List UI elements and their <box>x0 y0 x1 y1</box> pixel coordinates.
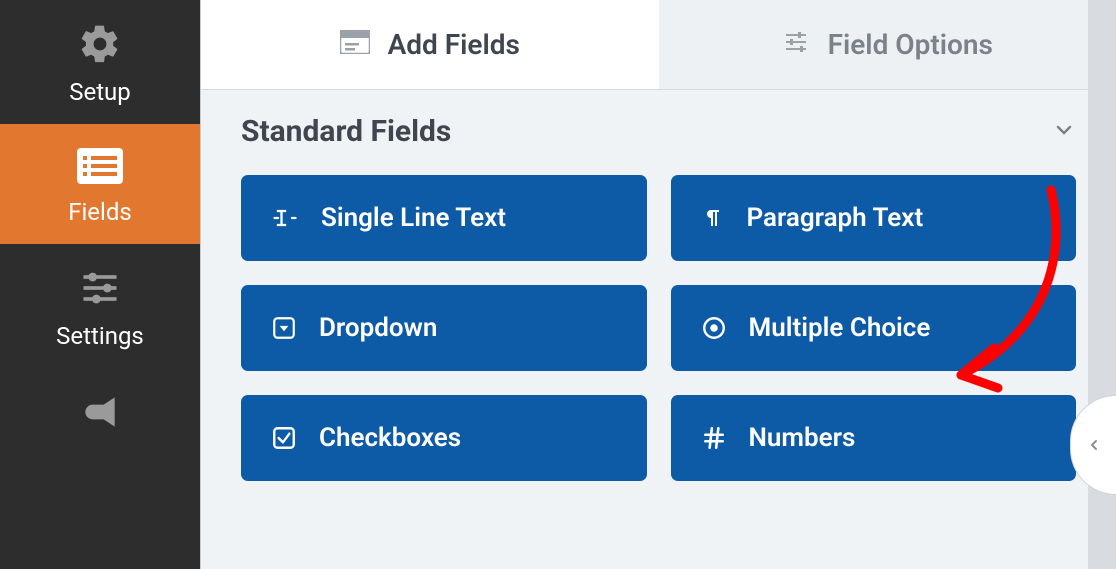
sidebar-item-label: Fields <box>68 198 132 226</box>
sliders-icon <box>78 266 122 314</box>
field-label: Numbers <box>749 423 856 453</box>
chevron-left-icon <box>1086 432 1102 458</box>
field-label: Dropdown <box>319 313 437 343</box>
tab-label: Field Options <box>828 28 993 61</box>
tab-label: Add Fields <box>388 28 520 61</box>
text-cursor-icon <box>271 204 299 232</box>
section-header[interactable]: Standard Fields <box>241 114 1076 149</box>
checkbox-icon <box>271 425 297 451</box>
field-label: Paragraph Text <box>747 203 924 233</box>
tab-field-options[interactable]: Field Options <box>659 0 1116 89</box>
fields-grid: Single Line Text Paragraph Text Dropdown… <box>241 175 1076 481</box>
chevron-down-icon <box>1052 118 1076 146</box>
list-icon <box>75 146 125 190</box>
tabs: Add Fields Field Options <box>201 0 1116 90</box>
field-paragraph-text[interactable]: Paragraph Text <box>671 175 1077 261</box>
fields-section: Standard Fields Single Line Text Paragra… <box>201 90 1116 505</box>
section-title: Standard Fields <box>241 114 451 149</box>
sidebar-item-fields[interactable]: Fields <box>0 124 200 244</box>
field-multiple-choice[interactable]: Multiple Choice <box>671 285 1077 371</box>
sidebar-item-setup[interactable]: Setup <box>0 0 200 124</box>
tab-add-fields[interactable]: Add Fields <box>201 0 659 89</box>
dropdown-icon <box>271 315 297 341</box>
hash-icon <box>701 425 727 451</box>
sidebar-item-settings[interactable]: Settings <box>0 244 200 368</box>
form-icon <box>340 28 370 61</box>
field-single-line-text[interactable]: Single Line Text <box>241 175 647 261</box>
main-panel: Add Fields Field Options Standard Fields… <box>200 0 1116 569</box>
field-label: Multiple Choice <box>749 313 931 343</box>
field-label: Checkboxes <box>319 423 461 453</box>
sidebar-item-label: Setup <box>69 78 131 106</box>
field-label: Single Line Text <box>321 203 506 233</box>
pilcrow-icon <box>701 204 725 232</box>
sidebar-item-marketing[interactable] <box>0 368 200 464</box>
field-checkboxes[interactable]: Checkboxes <box>241 395 647 481</box>
gear-icon <box>78 22 122 70</box>
radio-icon <box>701 315 727 341</box>
sidebar-item-label: Settings <box>56 322 144 350</box>
field-numbers[interactable]: Numbers <box>671 395 1077 481</box>
field-dropdown[interactable]: Dropdown <box>241 285 647 371</box>
sidebar: Setup Fields Settings <box>0 0 200 569</box>
sliders-icon <box>782 28 810 61</box>
megaphone-icon <box>78 390 122 438</box>
